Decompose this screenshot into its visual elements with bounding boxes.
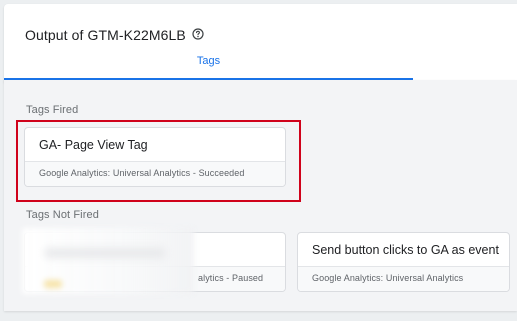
tag-card-footer: Google Analytics: Universal Analytics [298,266,509,291]
tags-not-fired-label: Tags Not Fired [26,209,99,221]
tag-card-send-button-clicks[interactable]: Send button clicks to GA as event Google… [297,232,510,292]
tag-card-title: Send button clicks to GA as event [312,243,499,257]
page-title: Output of GTM-K22M6LB [25,27,186,43]
help-circle-icon[interactable] [192,28,204,40]
highlight-box [16,120,301,202]
redacted-text [45,248,165,258]
tags-fired-label: Tags Fired [26,104,79,116]
tag-card-subtitle: alytics - Paused [198,273,264,283]
redacted-badge [44,280,62,288]
tag-card-subtitle: Google Analytics: Universal Analytics [312,273,464,283]
tab-tags[interactable]: Tags [4,51,413,77]
